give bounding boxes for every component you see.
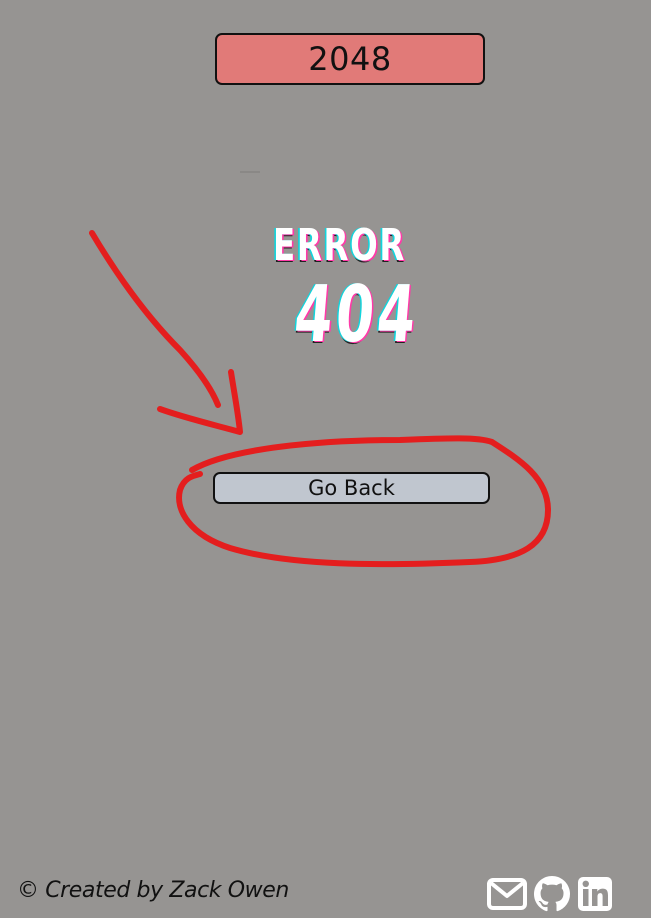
divider	[240, 171, 260, 173]
title-badge: 2048	[215, 33, 485, 85]
annotation-overlay	[89, 230, 551, 568]
linkedin-icon	[578, 877, 612, 911]
linkedin-link[interactable]	[576, 876, 614, 912]
mail-link[interactable]	[486, 876, 528, 912]
error-word: ERROR	[273, 220, 406, 271]
go-back-button[interactable]: Go Back	[213, 472, 490, 504]
mail-icon	[487, 878, 527, 910]
footer-credit: © Created by Zack Owen	[17, 878, 289, 903]
github-link[interactable]	[532, 876, 572, 912]
annotation-arrow-shaft	[89, 230, 221, 408]
github-icon	[534, 876, 570, 912]
annotation-arrow-head	[157, 369, 243, 435]
error-code: 404	[291, 270, 423, 360]
